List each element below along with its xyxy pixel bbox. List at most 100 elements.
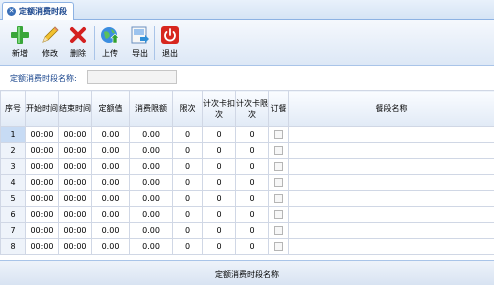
table-cell[interactable]: 0 — [235, 238, 269, 255]
table-cell[interactable]: 0.00 — [91, 238, 130, 255]
table-cell[interactable]: 0 — [202, 142, 236, 159]
table-cell[interactable]: 0.00 — [129, 174, 173, 191]
table-row[interactable]: 8 00:00 00:00 0.00 0.00 0 0 0 — [0, 238, 494, 255]
checkbox-icon[interactable] — [274, 210, 283, 219]
table-cell[interactable]: 0 — [202, 206, 236, 223]
table-cell[interactable]: 00:00 — [58, 238, 92, 255]
new-button[interactable]: 新增 — [8, 25, 32, 63]
row-index[interactable]: 7 — [0, 222, 26, 239]
table-cell[interactable]: 0 — [235, 142, 269, 159]
upload-button[interactable]: 上传 — [98, 25, 122, 63]
col-quota[interactable]: 定额值 — [91, 90, 130, 127]
table-cell[interactable]: 0.00 — [91, 222, 130, 239]
table-cell[interactable]: 0.00 — [129, 238, 173, 255]
table-cell[interactable]: 0 — [235, 206, 269, 223]
table-row[interactable]: 1 00:00 00:00 0.00 0.00 0 0 0 — [0, 126, 494, 143]
table-row[interactable]: 4 00:00 00:00 0.00 0.00 0 0 0 — [0, 174, 494, 191]
table-cell[interactable]: 0.00 — [91, 206, 130, 223]
table-cell[interactable]: 0 — [235, 222, 269, 239]
order-checkbox[interactable] — [268, 142, 289, 159]
table-cell[interactable]: 00:00 — [58, 158, 92, 175]
checkbox-icon[interactable] — [274, 146, 283, 155]
table-cell[interactable] — [288, 190, 494, 207]
table-cell[interactable]: 0 — [172, 238, 203, 255]
table-cell[interactable]: 00:00 — [58, 190, 92, 207]
row-index[interactable]: 5 — [0, 190, 26, 207]
table-cell[interactable]: 0.00 — [129, 190, 173, 207]
table-cell[interactable]: 0 — [202, 158, 236, 175]
table-cell[interactable]: 0.00 — [129, 206, 173, 223]
table-cell[interactable] — [288, 206, 494, 223]
table-cell[interactable]: 0.00 — [129, 158, 173, 175]
order-checkbox[interactable] — [268, 174, 289, 191]
col-order[interactable]: 订餐 — [268, 90, 289, 127]
table-cell[interactable]: 0 — [235, 158, 269, 175]
table-row[interactable]: 2 00:00 00:00 0.00 0.00 0 0 0 — [0, 142, 494, 159]
table-cell[interactable]: 0.00 — [91, 190, 130, 207]
row-index[interactable]: 6 — [0, 206, 26, 223]
order-checkbox[interactable] — [268, 126, 289, 143]
table-cell[interactable] — [288, 142, 494, 159]
table-cell[interactable]: 0 — [172, 174, 203, 191]
row-index[interactable]: 3 — [0, 158, 26, 175]
col-card-limit[interactable]: 计次卡限次 — [235, 90, 269, 127]
table-cell[interactable] — [288, 222, 494, 239]
table-cell[interactable]: 0.00 — [91, 174, 130, 191]
table-cell[interactable]: 0 — [172, 142, 203, 159]
close-icon[interactable]: ✕ — [7, 7, 16, 16]
checkbox-icon[interactable] — [274, 226, 283, 235]
checkbox-icon[interactable] — [274, 162, 283, 171]
table-cell[interactable]: 00:00 — [25, 206, 59, 223]
table-cell[interactable]: 0 — [235, 174, 269, 191]
col-times-limit[interactable]: 限次 — [172, 90, 203, 127]
table-cell[interactable] — [288, 174, 494, 191]
table-cell[interactable]: 0 — [172, 190, 203, 207]
export-button[interactable]: 导出 — [128, 25, 152, 63]
table-row[interactable]: 5 00:00 00:00 0.00 0.00 0 0 0 — [0, 190, 494, 207]
table-cell[interactable]: 00:00 — [25, 158, 59, 175]
table-row[interactable]: 6 00:00 00:00 0.00 0.00 0 0 0 — [0, 206, 494, 223]
col-meal-name[interactable]: 餐段名称 — [288, 90, 494, 127]
order-checkbox[interactable] — [268, 190, 289, 207]
table-cell[interactable]: 0 — [172, 206, 203, 223]
table-cell[interactable]: 0.00 — [129, 142, 173, 159]
col-card-deduct[interactable]: 计次卡扣次 — [202, 90, 236, 127]
table-cell[interactable]: 00:00 — [25, 126, 59, 143]
table-cell[interactable]: 0.00 — [129, 222, 173, 239]
table-cell[interactable]: 0 — [202, 174, 236, 191]
table-cell[interactable]: 00:00 — [25, 174, 59, 191]
table-cell[interactable]: 00:00 — [25, 222, 59, 239]
col-end-time[interactable]: 结束时间 — [58, 90, 92, 127]
delete-button[interactable]: 删除 — [66, 25, 90, 63]
col-limit[interactable]: 消费限额 — [129, 90, 173, 127]
table-cell[interactable]: 00:00 — [58, 222, 92, 239]
order-checkbox[interactable] — [268, 158, 289, 175]
checkbox-icon[interactable] — [274, 130, 283, 139]
checkbox-icon[interactable] — [274, 194, 283, 203]
table-cell[interactable]: 00:00 — [25, 238, 59, 255]
table-cell[interactable]: 0.00 — [91, 158, 130, 175]
tab-quota-period[interactable]: ✕ 定额消费时段 — [2, 2, 74, 20]
row-index[interactable]: 1 — [0, 126, 26, 143]
table-cell[interactable]: 00:00 — [25, 142, 59, 159]
table-cell[interactable]: 0.00 — [91, 126, 130, 143]
table-cell[interactable]: 0 — [172, 126, 203, 143]
table-cell[interactable]: 0 — [202, 238, 236, 255]
checkbox-icon[interactable] — [274, 178, 283, 187]
checkbox-icon[interactable] — [274, 242, 283, 251]
row-index[interactable]: 4 — [0, 174, 26, 191]
table-cell[interactable]: 00:00 — [58, 126, 92, 143]
row-index[interactable]: 8 — [0, 238, 26, 255]
table-cell[interactable]: 0 — [202, 126, 236, 143]
table-cell[interactable]: 00:00 — [58, 206, 92, 223]
table-cell[interactable]: 0 — [172, 222, 203, 239]
name-input[interactable] — [87, 70, 177, 84]
order-checkbox[interactable] — [268, 238, 289, 255]
table-cell[interactable]: 00:00 — [25, 190, 59, 207]
table-cell[interactable]: 0 — [235, 126, 269, 143]
col-index[interactable]: 序号 — [0, 90, 26, 127]
table-cell[interactable] — [288, 126, 494, 143]
table-cell[interactable]: 0.00 — [91, 142, 130, 159]
table-cell[interactable]: 0 — [235, 190, 269, 207]
table-cell[interactable]: 0 — [202, 190, 236, 207]
